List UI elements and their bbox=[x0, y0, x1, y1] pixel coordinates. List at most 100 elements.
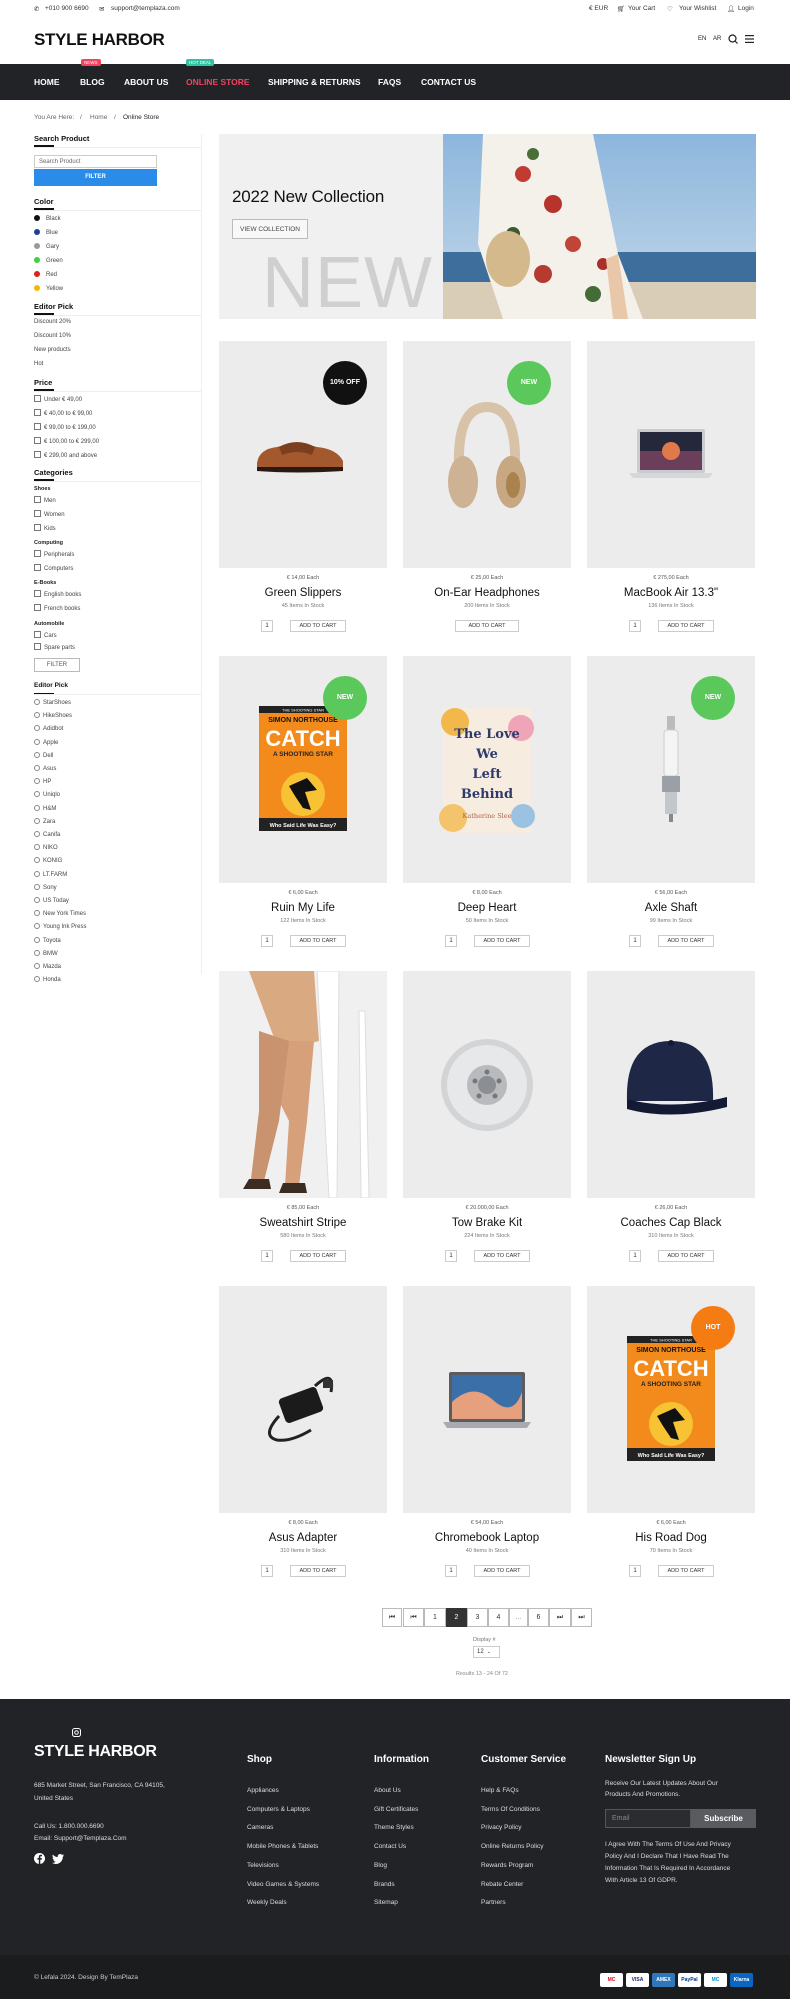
checkbox[interactable] bbox=[34, 437, 41, 444]
display-select[interactable]: 12 ⌄ bbox=[473, 1646, 500, 1658]
login-link[interactable]: Login bbox=[738, 5, 754, 12]
editor-item[interactable]: Hot bbox=[34, 361, 43, 367]
radio[interactable] bbox=[34, 725, 40, 732]
product-image-frame[interactable]: 10% OFF bbox=[219, 341, 387, 568]
category-option[interactable]: Peripherals bbox=[34, 550, 74, 558]
checkbox[interactable] bbox=[34, 564, 41, 571]
nav-online-store[interactable]: ONLINE STORE bbox=[186, 77, 250, 87]
product-image-frame[interactable] bbox=[219, 1286, 387, 1513]
cart-link[interactable]: Your Cart bbox=[628, 5, 655, 12]
product-name[interactable]: MacBook Air 13.3" bbox=[587, 587, 755, 599]
nav-faqs[interactable]: FAQS bbox=[378, 77, 401, 87]
footer-link[interactable]: Televisions bbox=[247, 1862, 279, 1869]
product-image[interactable]: The Love We Left Behind Katherine Slee bbox=[403, 656, 571, 883]
footer-link[interactable]: Online Returns Policy bbox=[481, 1843, 544, 1850]
brand-option[interactable]: Dell bbox=[34, 751, 53, 759]
price-option[interactable]: Under € 49,00 bbox=[34, 395, 82, 403]
footer-link[interactable]: About Us bbox=[374, 1787, 401, 1794]
editor-item[interactable]: New products bbox=[34, 347, 71, 353]
brand-option[interactable]: US Today bbox=[34, 897, 69, 904]
radio[interactable] bbox=[34, 844, 40, 851]
nav-about[interactable]: ABOUT US bbox=[124, 77, 168, 87]
radio[interactable] bbox=[34, 817, 40, 824]
quantity-input[interactable]: 1 bbox=[261, 1250, 273, 1262]
product-name[interactable]: Axle Shaft bbox=[587, 902, 755, 914]
product-image-frame[interactable] bbox=[403, 1286, 571, 1513]
currency-selector[interactable]: € EUR bbox=[589, 5, 608, 12]
breadcrumb-home[interactable]: Home bbox=[90, 114, 107, 121]
user-icon[interactable]: 👤︎ bbox=[727, 5, 735, 13]
nav-home[interactable]: HOME bbox=[34, 77, 60, 87]
brand-option[interactable]: HikeShoes bbox=[34, 712, 72, 719]
brand-option[interactable]: Asus bbox=[34, 765, 56, 772]
product-image[interactable] bbox=[219, 1286, 387, 1513]
nav-shipping[interactable]: SHIPPING & RETURNS bbox=[268, 77, 361, 87]
checkbox[interactable] bbox=[34, 631, 41, 638]
menu-icon[interactable] bbox=[745, 35, 754, 43]
product-name[interactable]: Deep Heart bbox=[403, 902, 571, 914]
lang-en[interactable]: EN bbox=[698, 36, 706, 42]
footer-link[interactable]: Contact Us bbox=[374, 1843, 406, 1850]
quantity-input[interactable]: 1 bbox=[445, 1250, 457, 1262]
radio[interactable] bbox=[34, 778, 40, 785]
category-option[interactable]: Computers bbox=[34, 564, 73, 572]
product-image[interactable] bbox=[587, 341, 755, 568]
radio[interactable] bbox=[34, 831, 40, 837]
brand-option[interactable]: BMW bbox=[34, 949, 58, 957]
footer-link[interactable]: Privacy Policy bbox=[481, 1824, 521, 1831]
nav-blog[interactable]: BLOG bbox=[80, 77, 105, 87]
footer-link[interactable]: Blog bbox=[374, 1862, 387, 1869]
radio[interactable] bbox=[34, 963, 40, 969]
brand-option[interactable]: Sony bbox=[34, 883, 57, 891]
footer-link[interactable]: Appliances bbox=[247, 1787, 279, 1794]
color-red[interactable]: Red bbox=[34, 271, 57, 278]
radio[interactable] bbox=[34, 751, 40, 758]
footer-link[interactable]: Gift Certificates bbox=[374, 1806, 418, 1813]
color-green[interactable]: Green bbox=[34, 257, 63, 264]
product-image-frame[interactable] bbox=[219, 971, 387, 1198]
price-option[interactable]: € 100,00 to € 299,00 bbox=[34, 437, 99, 445]
product-image-frame[interactable]: THE SHOOTING STAR SIMON NORTHOUSE CATCH A S… bbox=[219, 656, 387, 883]
add-to-cart-button[interactable]: ADD TO CART bbox=[658, 1250, 714, 1262]
topbar-phone[interactable]: +010 900 6690 bbox=[45, 5, 89, 12]
brand-option[interactable]: Canifa bbox=[34, 831, 60, 838]
product-image-frame[interactable]: NEW bbox=[587, 656, 755, 883]
checkbox[interactable] bbox=[34, 423, 41, 430]
quantity-input[interactable]: 1 bbox=[261, 935, 273, 947]
product-name[interactable]: On-Ear Headphones bbox=[403, 587, 571, 599]
radio[interactable] bbox=[34, 976, 40, 983]
cart-icon[interactable]: 🛒︎ bbox=[617, 5, 625, 13]
product-name[interactable]: His Road Dog bbox=[587, 1532, 755, 1544]
editor-item[interactable]: Discount 20% bbox=[34, 319, 71, 325]
brand-option[interactable]: HP bbox=[34, 778, 51, 785]
product-name[interactable]: Chromebook Laptop bbox=[403, 1532, 571, 1544]
quantity-input[interactable]: 1 bbox=[261, 620, 273, 632]
footer-link[interactable]: Theme Styles bbox=[374, 1824, 414, 1831]
price-option[interactable]: € 40,00 to € 99,00 bbox=[34, 409, 92, 417]
footer-link[interactable]: Partners bbox=[481, 1899, 506, 1906]
add-to-cart-button[interactable]: ADD TO CART bbox=[658, 1565, 714, 1577]
brand-option[interactable]: Apple bbox=[34, 738, 58, 746]
footer-link[interactable]: Sitemap bbox=[374, 1899, 398, 1906]
radio[interactable] bbox=[34, 949, 40, 956]
page-1[interactable]: 1 bbox=[424, 1608, 446, 1627]
product-name[interactable]: Green Slippers bbox=[219, 587, 387, 599]
add-to-cart-button[interactable]: ADD TO CART bbox=[290, 620, 346, 632]
product-image-frame[interactable]: The Love We Left Behind Katherine Slee bbox=[403, 656, 571, 883]
brand-option[interactable]: KONIG bbox=[34, 857, 62, 864]
brand-option[interactable]: Adidbot bbox=[34, 725, 63, 732]
footer-logo[interactable]: STYLE HARBOR bbox=[34, 1743, 157, 1761]
footer-link[interactable]: Terms Of Conditions bbox=[481, 1806, 540, 1813]
quantity-input[interactable]: 1 bbox=[629, 1250, 641, 1262]
product-image[interactable] bbox=[587, 971, 755, 1198]
category-option[interactable]: Men bbox=[34, 496, 56, 504]
category-option[interactable]: English books bbox=[34, 590, 81, 598]
radio[interactable] bbox=[34, 738, 40, 745]
add-to-cart-button[interactable]: ADD TO CART bbox=[658, 935, 714, 947]
radio[interactable] bbox=[34, 910, 40, 917]
radio[interactable] bbox=[34, 870, 40, 877]
brand-option[interactable]: Zara bbox=[34, 817, 55, 825]
color-gray[interactable]: Gary bbox=[34, 243, 59, 250]
facebook-icon[interactable] bbox=[34, 1853, 45, 1864]
checkbox[interactable] bbox=[34, 590, 41, 597]
